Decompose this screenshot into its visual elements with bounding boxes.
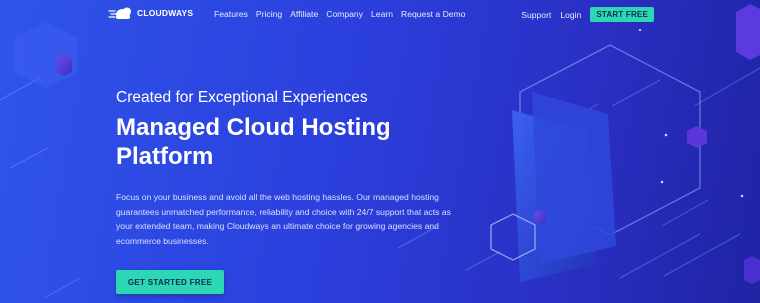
start-free-button[interactable]: START FREE bbox=[590, 7, 654, 22]
hero-eyebrow: Created for Exceptional Experiences bbox=[116, 89, 368, 106]
nav-link-features[interactable]: Features bbox=[214, 9, 248, 19]
cloud-logo-icon bbox=[108, 7, 131, 19]
nav-link-request-demo[interactable]: Request a Demo bbox=[401, 9, 466, 19]
get-started-free-button[interactable]: GET STARTED FREE bbox=[116, 270, 224, 294]
nav-link-affiliate[interactable]: Affiliate bbox=[290, 9, 318, 19]
nav-links: Features Pricing Affiliate Company Learn… bbox=[214, 9, 466, 19]
logo-text: CLOUDWAYS bbox=[137, 8, 194, 18]
hero-headline-line2: Platform bbox=[116, 143, 214, 170]
hero-headline-line1: Managed Cloud Hosting bbox=[116, 114, 391, 141]
cloudways-logo[interactable]: CLOUDWAYS bbox=[108, 6, 193, 20]
hero-headline: Managed Cloud Hosting Platform bbox=[116, 113, 476, 171]
hero-description: Focus on your business and avoid all the… bbox=[116, 192, 451, 246]
support-link[interactable]: Support bbox=[521, 10, 551, 20]
login-link[interactable]: Login bbox=[560, 10, 581, 20]
nav-right: Support Login START FREE bbox=[521, 7, 654, 22]
nav-link-learn[interactable]: Learn bbox=[371, 9, 393, 19]
hero-section: Created for Exceptional Experiences Mana… bbox=[116, 89, 476, 248]
top-navigation: CLOUDWAYS Features Pricing Affiliate Com… bbox=[0, 0, 760, 30]
nav-link-pricing[interactable]: Pricing bbox=[256, 9, 282, 19]
nav-link-company[interactable]: Company bbox=[326, 9, 363, 19]
